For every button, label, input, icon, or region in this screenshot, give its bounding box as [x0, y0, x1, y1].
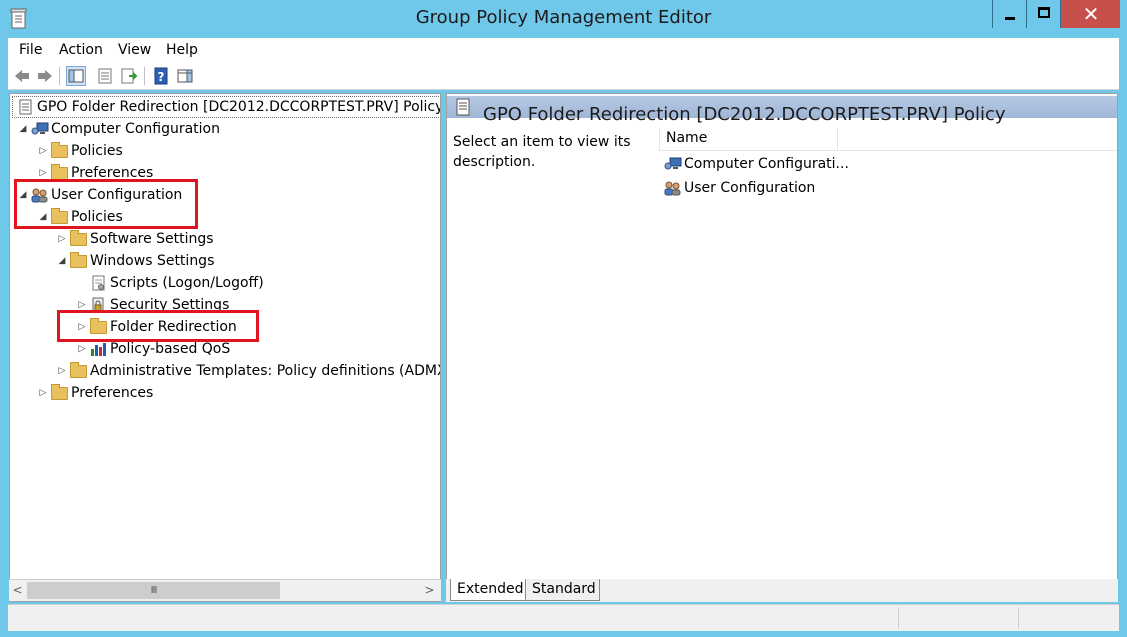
column-header-name[interactable]: Name: [659, 127, 1117, 151]
folder-icon: [50, 384, 69, 401]
tree-item-administrative-templates[interactable]: ▷ Administrative Templates: Policy defin…: [55, 360, 441, 382]
tree-item-scripts[interactable]: Scripts (Logon/Logoff): [89, 272, 264, 294]
view-tabs: Extended Standard: [446, 579, 1118, 602]
export-list-icon[interactable]: [120, 67, 138, 85]
tree-item-windows-settings[interactable]: ◢ Windows Settings: [55, 250, 214, 272]
help-icon[interactable]: ?: [152, 67, 170, 85]
policy-document-icon: [19, 99, 32, 115]
description-text: Select an item to view its description.: [453, 134, 631, 170]
policy-document-icon: [456, 98, 470, 116]
list-item-label: User Configuration: [684, 180, 816, 196]
menu-file[interactable]: File: [19, 42, 42, 58]
list-item-user-configuration[interactable]: User Configuration: [663, 177, 815, 199]
collapsed-arrow-icon[interactable]: ▷: [55, 234, 69, 244]
status-bar: [8, 604, 1119, 631]
expanded-arrow-icon[interactable]: ◢: [16, 124, 30, 134]
title-bar: Group Policy Management Editor ✕: [0, 0, 1127, 38]
tree-item-software-settings[interactable]: ▷ Software Settings: [55, 228, 214, 250]
tree-item-label: Policies: [71, 143, 123, 159]
computer-configuration-icon: [31, 122, 49, 135]
details-list: Name Computer Configurati... User Config…: [659, 127, 1117, 567]
column-divider[interactable]: [837, 127, 838, 151]
list-item-computer-configuration[interactable]: Computer Configurati...: [663, 153, 849, 175]
user-configuration-icon: [664, 181, 681, 196]
list-item-label: Computer Configurati...: [684, 156, 849, 172]
scroll-left-icon[interactable]: <: [9, 580, 26, 601]
collapsed-arrow-icon[interactable]: ▷: [55, 366, 69, 376]
toolbar-separator: [144, 67, 145, 85]
menu-action[interactable]: Action: [59, 42, 103, 58]
show-hide-tree-icon[interactable]: [66, 66, 86, 86]
tree-item-label: Preferences: [71, 385, 154, 401]
tree-item-uc-preferences[interactable]: ▷ Preferences: [36, 382, 153, 404]
minimize-icon: [1005, 17, 1015, 20]
collapsed-arrow-icon[interactable]: ▷: [36, 388, 50, 398]
window-title: Group Policy Management Editor: [415, 7, 712, 28]
tab-standard[interactable]: Standard: [526, 579, 600, 601]
status-cell: [898, 607, 1018, 629]
back-arrow-icon[interactable]: [13, 67, 31, 85]
toolbar-separator: [59, 67, 60, 85]
toolbar: ?: [8, 63, 1119, 90]
collapsed-arrow-icon[interactable]: ▷: [75, 344, 89, 354]
highlight-box-folder-redirection: [57, 310, 259, 342]
tree-item-label: Windows Settings: [90, 253, 215, 269]
tree-item-computer-configuration[interactable]: ◢ Computer Configuration: [16, 118, 220, 140]
script-icon: [92, 275, 105, 291]
svg-text:?: ?: [158, 70, 165, 84]
scroll-right-icon[interactable]: >: [421, 580, 438, 601]
details-pane: GPO Folder Redirection [DC2012.DCCORPTES…: [446, 93, 1118, 602]
collapsed-arrow-icon[interactable]: ▷: [75, 300, 89, 310]
tree-item-gpo-root[interactable]: GPO Folder Redirection [DC2012.DCCORPTES…: [12, 96, 441, 118]
console-tree: GPO Folder Redirection [DC2012.DCCORPTES…: [9, 93, 441, 602]
details-title: GPO Folder Redirection [DC2012.DCCORPTES…: [483, 104, 1006, 125]
tree-item-label: Computer Configuration: [51, 121, 220, 137]
collapsed-arrow-icon[interactable]: ▷: [36, 146, 50, 156]
folder-icon: [50, 142, 69, 159]
tree-item-label: Software Settings: [90, 231, 214, 247]
close-icon: ✕: [1082, 2, 1100, 26]
maximize-button[interactable]: [1026, 0, 1060, 28]
highlight-box-user-config: [14, 179, 198, 229]
menu-bar: File Action View Help: [8, 38, 1119, 63]
close-button[interactable]: ✕: [1060, 0, 1120, 28]
tree-item-label: GPO Folder Redirection [DC2012.DCCORPTES…: [37, 99, 441, 115]
properties-icon[interactable]: [96, 67, 114, 85]
bar-chart-icon: [91, 343, 106, 356]
tree-item-label: Administrative Templates: Policy definit…: [90, 363, 441, 379]
minimize-button[interactable]: [992, 0, 1026, 28]
folder-icon: [69, 362, 88, 379]
show-hide-action-pane-icon[interactable]: [176, 67, 194, 85]
forward-arrow-icon[interactable]: [36, 67, 54, 85]
menu-help[interactable]: Help: [166, 42, 198, 58]
tree-item-label: Scripts (Logon/Logoff): [110, 275, 264, 291]
tab-extended[interactable]: Extended: [450, 579, 526, 601]
status-cell: [1018, 607, 1118, 629]
tree-item-label: Policy-based QoS: [110, 341, 231, 357]
menu-view[interactable]: View: [118, 42, 151, 58]
horizontal-scrollbar[interactable]: < III >: [9, 579, 441, 601]
tree-item-cc-policies[interactable]: ▷ Policies: [36, 140, 123, 162]
expanded-arrow-icon[interactable]: ◢: [55, 256, 69, 266]
scrollbar-thumb[interactable]: III: [27, 582, 280, 599]
column-header-label: Name: [666, 130, 708, 146]
collapsed-arrow-icon[interactable]: ▷: [36, 168, 50, 178]
computer-configuration-icon: [664, 157, 682, 170]
maximize-icon: [1038, 7, 1050, 18]
folder-icon: [69, 230, 88, 247]
folder-icon: [69, 252, 88, 269]
